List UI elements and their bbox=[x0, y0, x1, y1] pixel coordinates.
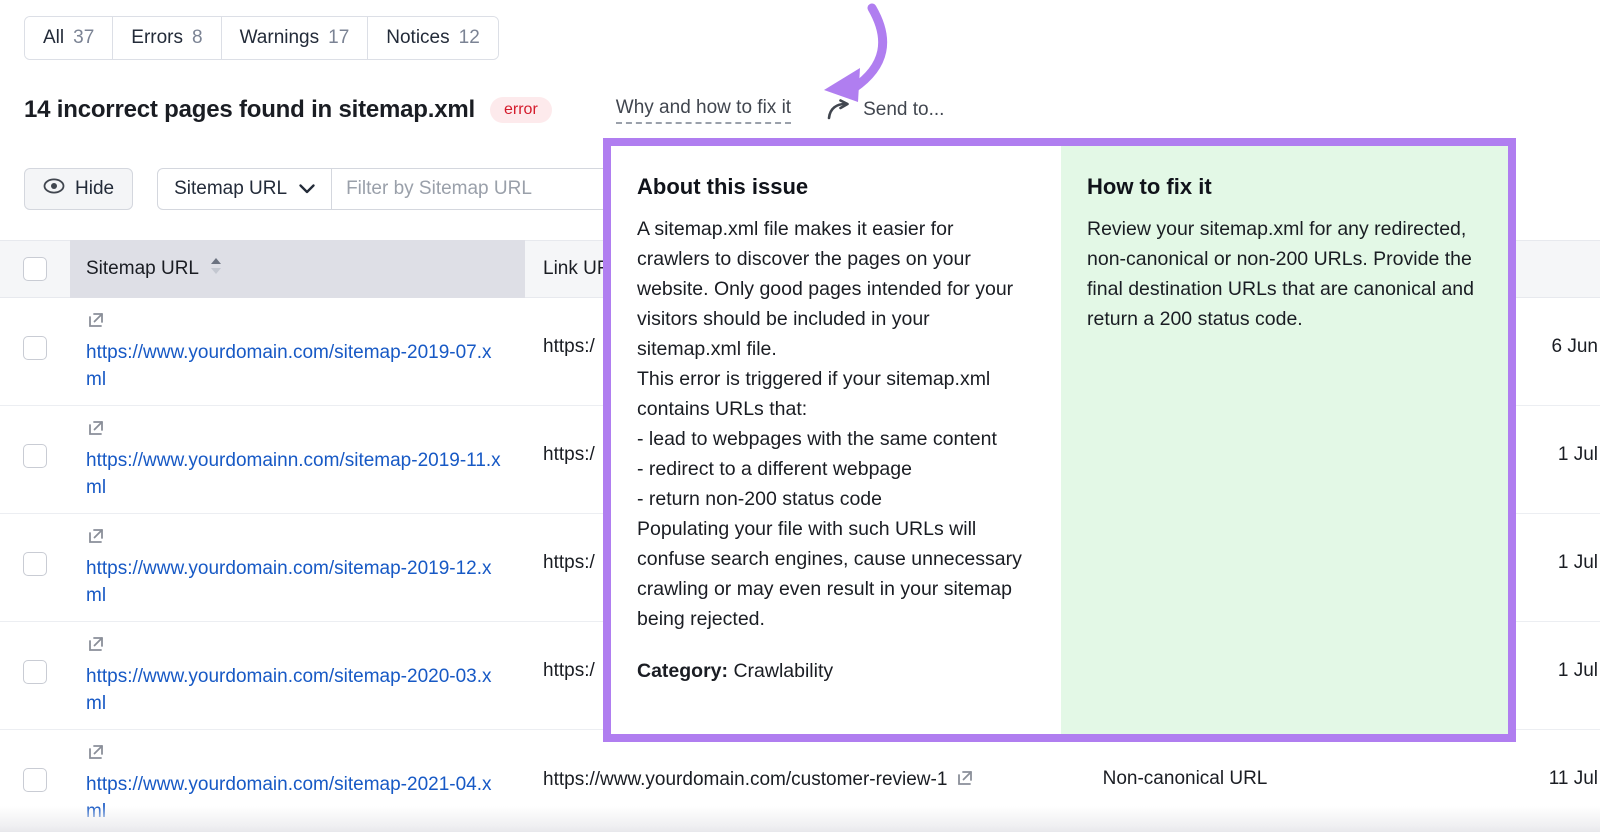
tab-notices-count: 12 bbox=[459, 27, 480, 49]
share-arrow-icon bbox=[827, 99, 853, 121]
sitemap-url-link[interactable]: https://www.yourdomain.com/sitemap-2020-… bbox=[86, 666, 492, 714]
row-select-cell bbox=[0, 730, 70, 792]
column-header-sitemap-url[interactable]: Sitemap URL bbox=[70, 240, 525, 298]
why-and-how-to-fix-popup: About this issue A sitemap.xml file make… bbox=[603, 138, 1516, 742]
issue-detail-screen: All 37 Errors 8 Warnings 17 Notices 12 1… bbox=[0, 0, 1600, 832]
how-to-fix-it-heading: How to fix it bbox=[1087, 174, 1482, 200]
tab-errors[interactable]: Errors 8 bbox=[113, 17, 221, 59]
sitemap-url-link[interactable]: https://www.yourdomain.com/sitemap-2019-… bbox=[86, 342, 492, 390]
how-to-fix-it-body: Review your sitemap.xml for any redirect… bbox=[1087, 214, 1482, 334]
tab-all-label: All bbox=[43, 27, 64, 49]
cell-sitemap-url: https://www.yourdomainn.com/sitemap-2019… bbox=[70, 406, 525, 513]
link-url-text[interactable]: https:/ bbox=[543, 336, 595, 358]
about-this-issue-heading: About this issue bbox=[637, 174, 1031, 200]
row-checkbox[interactable] bbox=[23, 552, 47, 576]
tab-warnings-count: 17 bbox=[328, 27, 349, 49]
sort-updown-icon[interactable] bbox=[209, 256, 223, 282]
issue-filter-tabs: All 37 Errors 8 Warnings 17 Notices 12 bbox=[24, 16, 499, 60]
page-title: 14 incorrect pages found in sitemap.xml bbox=[24, 96, 475, 124]
link-url-text[interactable]: https:/ bbox=[543, 660, 595, 682]
tab-warnings-label: Warnings bbox=[240, 27, 320, 49]
tab-notices[interactable]: Notices 12 bbox=[368, 17, 498, 59]
link-url-value: https:/ bbox=[543, 552, 595, 574]
hide-button[interactable]: Hide bbox=[24, 168, 133, 210]
issue-category: Category: Crawlability bbox=[637, 660, 1031, 683]
filter-column-value: Sitemap URL bbox=[174, 178, 287, 200]
row-checkbox[interactable] bbox=[23, 336, 47, 360]
external-link-icon[interactable] bbox=[86, 526, 501, 551]
row-select-cell bbox=[0, 406, 70, 468]
link-url-value: https://www.yourdomain.com/customer-revi… bbox=[543, 769, 947, 791]
row-select-cell bbox=[0, 514, 70, 576]
why-and-how-to-fix-it-link[interactable]: Why and how to fix it bbox=[616, 97, 791, 124]
link-url-value: https:/ bbox=[543, 444, 595, 466]
sitemap-url-link[interactable]: https://www.yourdomainn.com/sitemap-2019… bbox=[86, 450, 501, 498]
external-link-icon[interactable] bbox=[86, 418, 501, 443]
link-url-value: https:/ bbox=[543, 660, 595, 682]
issue-category-label: Category: bbox=[637, 660, 728, 682]
sitemap-url-link[interactable]: https://www.yourdomain.com/sitemap-2019-… bbox=[86, 558, 492, 606]
filter-column-select[interactable]: Sitemap URL bbox=[158, 169, 332, 209]
external-link-icon[interactable] bbox=[955, 768, 975, 791]
about-this-issue-body: A sitemap.xml file makes it easier for c… bbox=[637, 214, 1031, 634]
table-toolbar: Hide Sitemap URL Filter by Sitemap URL bbox=[24, 168, 633, 210]
bottom-scroll-fade bbox=[0, 806, 1600, 832]
send-to-label: Send to... bbox=[863, 99, 944, 121]
row-select-cell bbox=[0, 622, 70, 684]
row-checkbox[interactable] bbox=[23, 444, 47, 468]
eye-icon bbox=[43, 178, 65, 200]
send-to-button[interactable]: Send to... bbox=[827, 99, 944, 121]
hide-button-label: Hide bbox=[75, 178, 114, 200]
cell-sitemap-url: https://www.yourdomain.com/sitemap-2020-… bbox=[70, 622, 525, 729]
row-checkbox[interactable] bbox=[23, 768, 47, 792]
filter-search-placeholder: Filter by Sitemap URL bbox=[346, 178, 532, 200]
link-url-value: https:/ bbox=[543, 336, 595, 358]
filter-search-input[interactable]: Filter by Sitemap URL bbox=[332, 169, 632, 209]
link-url-text[interactable]: https://www.yourdomain.com/customer-revi… bbox=[543, 768, 975, 791]
issue-category-value: Crawlability bbox=[733, 660, 833, 682]
row-checkbox[interactable] bbox=[23, 660, 47, 684]
issue-header: 14 incorrect pages found in sitemap.xml … bbox=[24, 96, 944, 124]
select-all-checkbox[interactable] bbox=[23, 257, 47, 281]
column-header-sitemap-url-label: Sitemap URL bbox=[86, 258, 199, 280]
select-all-cell bbox=[0, 257, 70, 281]
tab-notices-label: Notices bbox=[386, 27, 449, 49]
tab-errors-count: 8 bbox=[192, 27, 203, 49]
external-link-icon[interactable] bbox=[86, 742, 501, 767]
tab-all-count: 37 bbox=[73, 27, 94, 49]
tab-warnings[interactable]: Warnings 17 bbox=[222, 17, 369, 59]
cell-sitemap-url: https://www.yourdomain.com/sitemap-2019-… bbox=[70, 298, 525, 405]
tab-all[interactable]: All 37 bbox=[25, 17, 113, 59]
chevron-down-icon bbox=[299, 178, 315, 200]
filter-controls: Sitemap URL Filter by Sitemap URL bbox=[157, 168, 633, 210]
link-url-text[interactable]: https:/ bbox=[543, 552, 595, 574]
row-select-cell bbox=[0, 298, 70, 360]
cell-sitemap-url: https://www.yourdomain.com/sitemap-2019-… bbox=[70, 514, 525, 621]
external-link-icon[interactable] bbox=[86, 310, 501, 335]
external-link-icon[interactable] bbox=[86, 634, 501, 659]
tab-errors-label: Errors bbox=[131, 27, 183, 49]
link-url-text[interactable]: https:/ bbox=[543, 444, 595, 466]
status-badge: error bbox=[490, 97, 552, 123]
about-this-issue-panel: About this issue A sitemap.xml file make… bbox=[611, 146, 1061, 734]
how-to-fix-it-panel: How to fix it Review your sitemap.xml fo… bbox=[1061, 146, 1508, 734]
